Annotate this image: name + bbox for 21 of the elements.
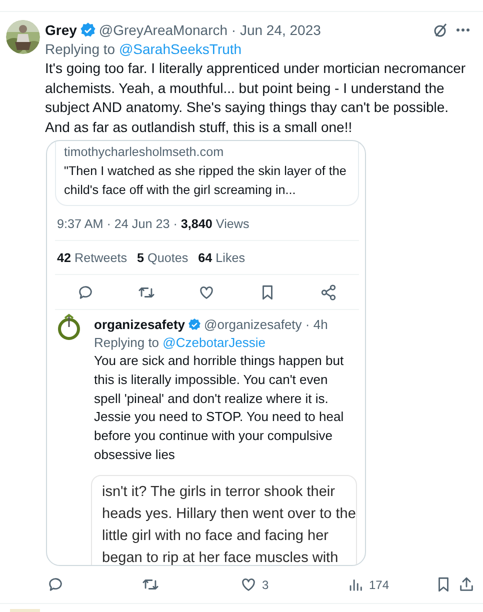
handle-date: @GreyAreaMonarch · Jun 24, 2023 [98,22,321,38]
reply-text: You are sick and horrible things happen but this is literally impossible. You can't even spell 'pineal' and don't realize where it is. Jessie you need to STOP. You need to heal before you continue with your compulsive obsessive lies [94,352,345,464]
tweet-text: It's going too far. I literally apprenticed under mortician necromancer alchemists. Yeah, a mouthful... but point being - I understand the subject AND anatomy. She's saying things thay can't be possible. And as far as outlandish stuff, this is a small one!! [45,59,467,137]
replying-label: Replying to [45,41,116,57]
views-count: 174 [369,578,390,592]
timestamp-views: 9:37 AM · 24 Jun 23 · 3,840 Views [57,217,250,232]
display-name[interactable]: Grey [45,22,77,38]
like-count: 3 [262,578,269,592]
excerpt-line: began to rip at her face muscles with [102,548,338,566]
excerpt-line: isn't it? The girls in terror shook their [102,482,335,502]
engagement-count[interactable]: 5 Quotes [137,251,188,266]
link-card[interactable]: timothycharlesholmseth.com "Then I watched as she ripped the skin layer of the child's face off with the girl screaming in... [55,141,359,206]
replying-label: Replying to [94,335,160,350]
link-domain: timothycharlesholmseth.com [64,144,225,162]
handle-time: @organizesafety · 4h [204,316,328,332]
excerpt-line: heads yes. Hillary then went over to the [102,504,356,524]
excerpt-line: little girl with no face and facing her [102,526,328,546]
engagement-count[interactable]: 42 Retweets [57,251,128,266]
link-preview-text: "Then I watched as she ripped the skin layer of the child's face off with the girl screaming in... [64,163,348,200]
engagement-count[interactable]: 64 Likes [198,251,246,266]
display-name[interactable]: organizesafety [94,316,186,332]
